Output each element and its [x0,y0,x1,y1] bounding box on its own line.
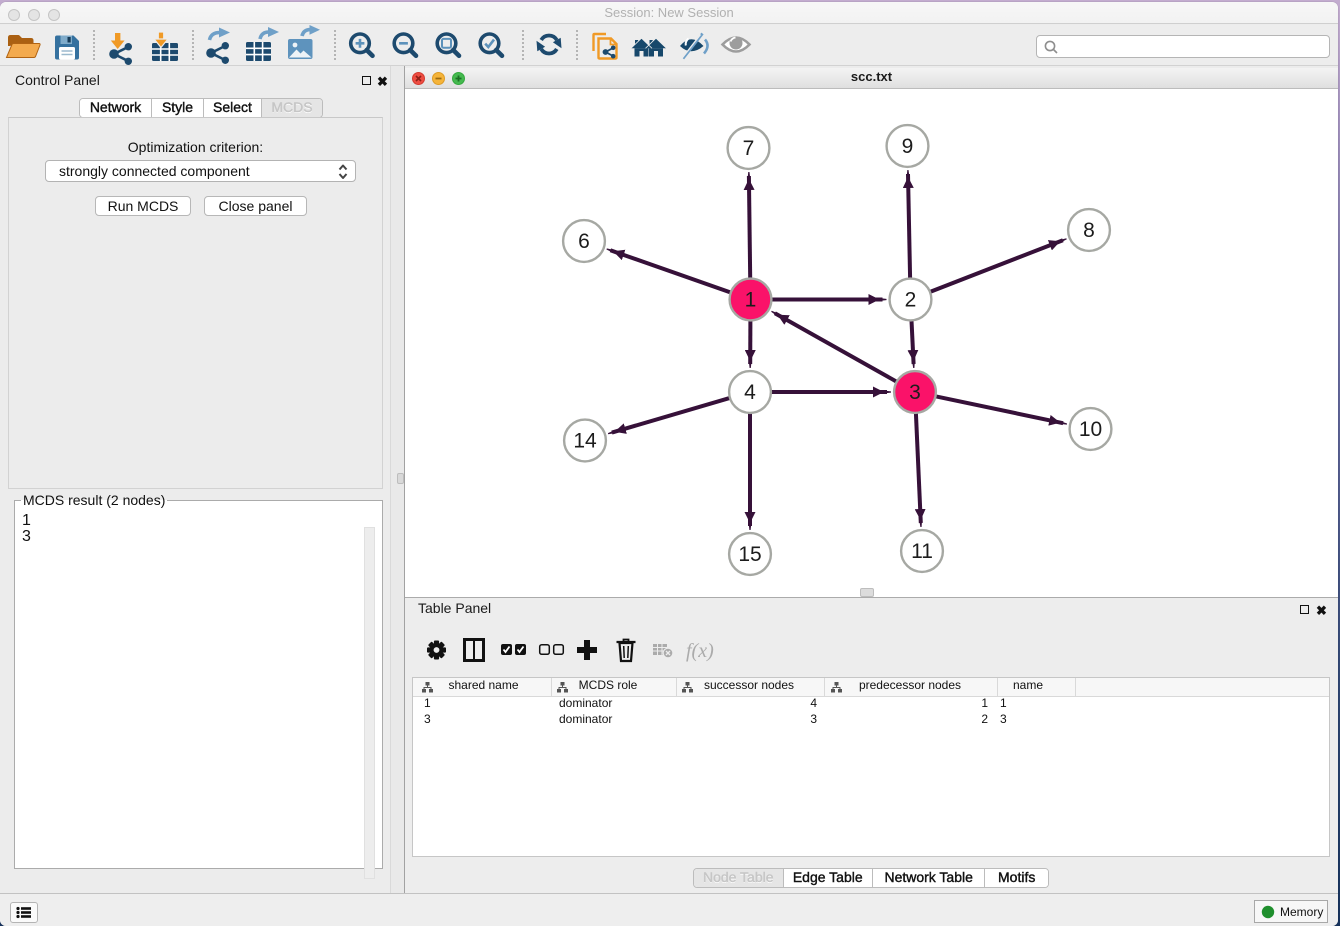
svg-text:15: 15 [738,543,761,566]
svg-text:2: 2 [905,289,917,312]
svg-text:11: 11 [911,540,933,563]
svg-text:1: 1 [745,289,757,312]
svg-text:f(x): f(x) [686,640,714,662]
svg-text:8: 8 [1083,219,1095,242]
svg-text:14: 14 [573,430,597,453]
svg-text:10: 10 [1079,418,1102,441]
svg-text:9: 9 [902,135,914,158]
svg-text:7: 7 [743,137,755,160]
svg-text:4: 4 [744,381,756,404]
svg-text:6: 6 [578,230,590,253]
svg-text:3: 3 [909,381,921,404]
